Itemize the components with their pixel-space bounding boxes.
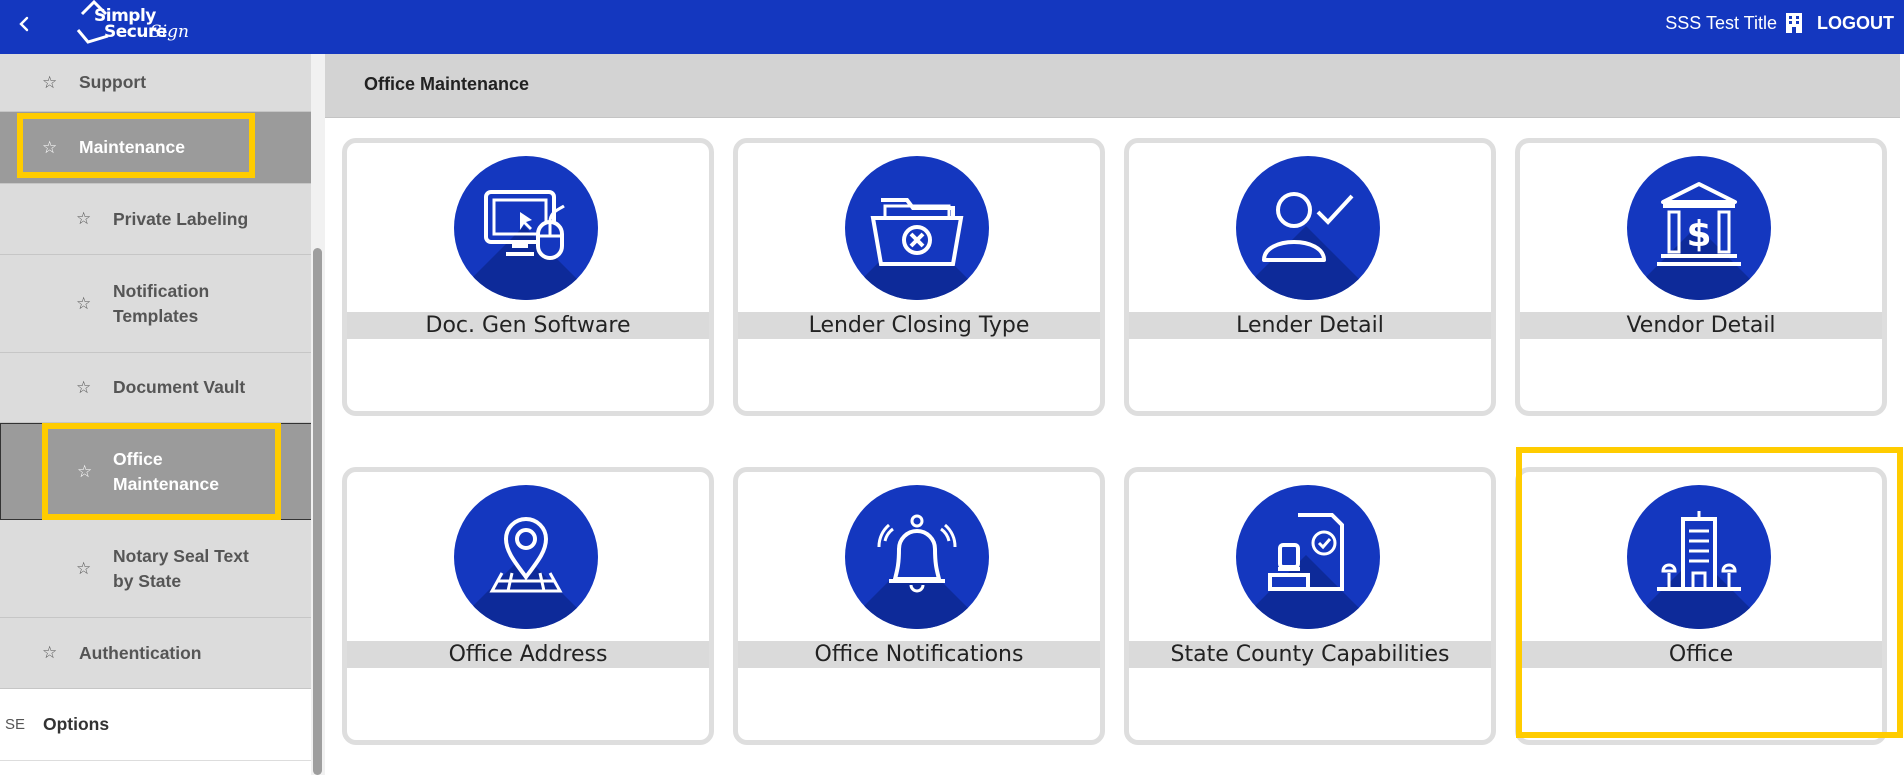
star-icon: ☆ xyxy=(76,558,92,578)
office-building-icon xyxy=(1657,511,1741,591)
tile-icon-circle: $ xyxy=(1627,156,1771,300)
sidebar-item-label: Options xyxy=(43,714,110,734)
sidebar-item-options[interactable]: SE Options xyxy=(0,689,312,761)
tile-office-notifications[interactable]: Office Notifications xyxy=(733,467,1105,745)
tile-office[interactable]: Office xyxy=(1515,467,1887,745)
header-right: SSS Test Title LOGOUT xyxy=(1665,0,1894,46)
tile-label: Lender Closing Type xyxy=(738,312,1100,339)
sidebar-item-label: Private Labeling xyxy=(113,208,249,229)
tile-icon-circle xyxy=(1627,485,1771,629)
main-content: Office Maintenance Doc. Gen Software Len… xyxy=(325,54,1904,775)
tile-state-county-capabilities[interactable]: State County Capabilities xyxy=(1124,467,1496,745)
building-icon[interactable] xyxy=(1785,12,1805,34)
sidebar-item-support[interactable]: ☆ Support xyxy=(0,54,312,112)
sidebar: ☆ Support ☆ Maintenance ☆ Private Labeli… xyxy=(0,54,312,775)
sidebar-item-notification-templates[interactable]: ☆ Notification Templates xyxy=(0,255,312,353)
tile-icon-circle xyxy=(845,485,989,629)
tile-lender-closing-type[interactable]: Lender Closing Type xyxy=(733,138,1105,416)
sidebar-item-label: Notification Templates xyxy=(113,280,210,326)
page-title: Office Maintenance xyxy=(364,74,530,94)
sidebar-item-document-vault[interactable]: ☆ Document Vault xyxy=(0,353,312,423)
star-icon: ☆ xyxy=(76,293,92,313)
tile-doc-gen-software[interactable]: Doc. Gen Software xyxy=(342,138,714,416)
company-name: SSS Test Title xyxy=(1665,12,1777,33)
sidebar-item-authentication[interactable]: ☆ Authentication xyxy=(0,618,312,689)
tile-vendor-detail[interactable]: $ Vendor Detail xyxy=(1515,138,1887,416)
sidebar-item-label: Support xyxy=(79,72,147,92)
chevron-left-icon xyxy=(19,16,29,32)
tile-label: Lender Detail xyxy=(1129,312,1491,339)
page-header: Office Maintenance xyxy=(325,54,1900,118)
sidebar-item-label: Office Maintenance xyxy=(113,448,219,494)
computer-mouse-icon xyxy=(484,190,565,260)
tile-icon-circle xyxy=(454,156,598,300)
sidebar-item-office-maintenance[interactable]: ☆ Office Maintenance xyxy=(0,423,312,520)
back-button[interactable] xyxy=(12,11,36,37)
sidebar-item-private-labeling[interactable]: ☆ Private Labeling xyxy=(0,184,312,255)
tile-icon-circle xyxy=(845,156,989,300)
top-bar: Simply Secure Sign SSS Test Title LOGOUT xyxy=(0,0,1904,54)
tile-label: Vendor Detail xyxy=(1520,312,1882,339)
sidebar-scrollbar-thumb[interactable] xyxy=(313,248,322,775)
stamp-document-icon xyxy=(1268,513,1344,591)
sidebar-item-label: Authentication xyxy=(79,642,202,663)
tile-label: Office Address xyxy=(347,641,709,668)
tile-label: Doc. Gen Software xyxy=(347,312,709,339)
tile-icon-circle xyxy=(1236,485,1380,629)
star-icon: ☆ xyxy=(42,72,58,92)
svg-text:$: $ xyxy=(1686,214,1711,255)
simply-secure-sign-logo[interactable]: Simply Secure Sign xyxy=(74,0,189,50)
tile-lender-detail[interactable]: Lender Detail xyxy=(1124,138,1496,416)
sidebar-item-maintenance[interactable]: ☆ Maintenance xyxy=(0,112,312,184)
star-icon: ☆ xyxy=(76,209,92,228)
tile-label: Office xyxy=(1520,641,1882,668)
logo-text-sign: Sign xyxy=(150,22,189,42)
options-prefix: SE xyxy=(5,716,26,733)
sidebar-item-label: Maintenance xyxy=(79,137,185,157)
user-check-icon xyxy=(1262,192,1354,262)
star-icon: ☆ xyxy=(42,643,58,662)
tile-icon-circle xyxy=(1236,156,1380,300)
folder-x-icon xyxy=(870,198,964,266)
logout-button[interactable]: LOGOUT xyxy=(1817,13,1894,34)
sidebar-item-label: Document Vault xyxy=(113,377,246,397)
sidebar-item-label: Notary Seal Text by State xyxy=(113,545,249,591)
map-pin-icon xyxy=(489,517,563,593)
tile-icon-circle xyxy=(454,485,598,629)
star-icon: ☆ xyxy=(77,461,93,481)
tile-label: Office Notifications xyxy=(738,641,1100,668)
bank-dollar-icon: $ xyxy=(1657,182,1741,266)
tile-office-address[interactable]: Office Address xyxy=(342,467,714,745)
bell-icon xyxy=(877,514,957,593)
sidebar-item-notary-seal-text[interactable]: ☆ Notary Seal Text by State xyxy=(0,520,312,618)
tile-label: State County Capabilities xyxy=(1129,641,1491,668)
star-icon: ☆ xyxy=(42,137,58,157)
star-icon: ☆ xyxy=(76,377,92,397)
